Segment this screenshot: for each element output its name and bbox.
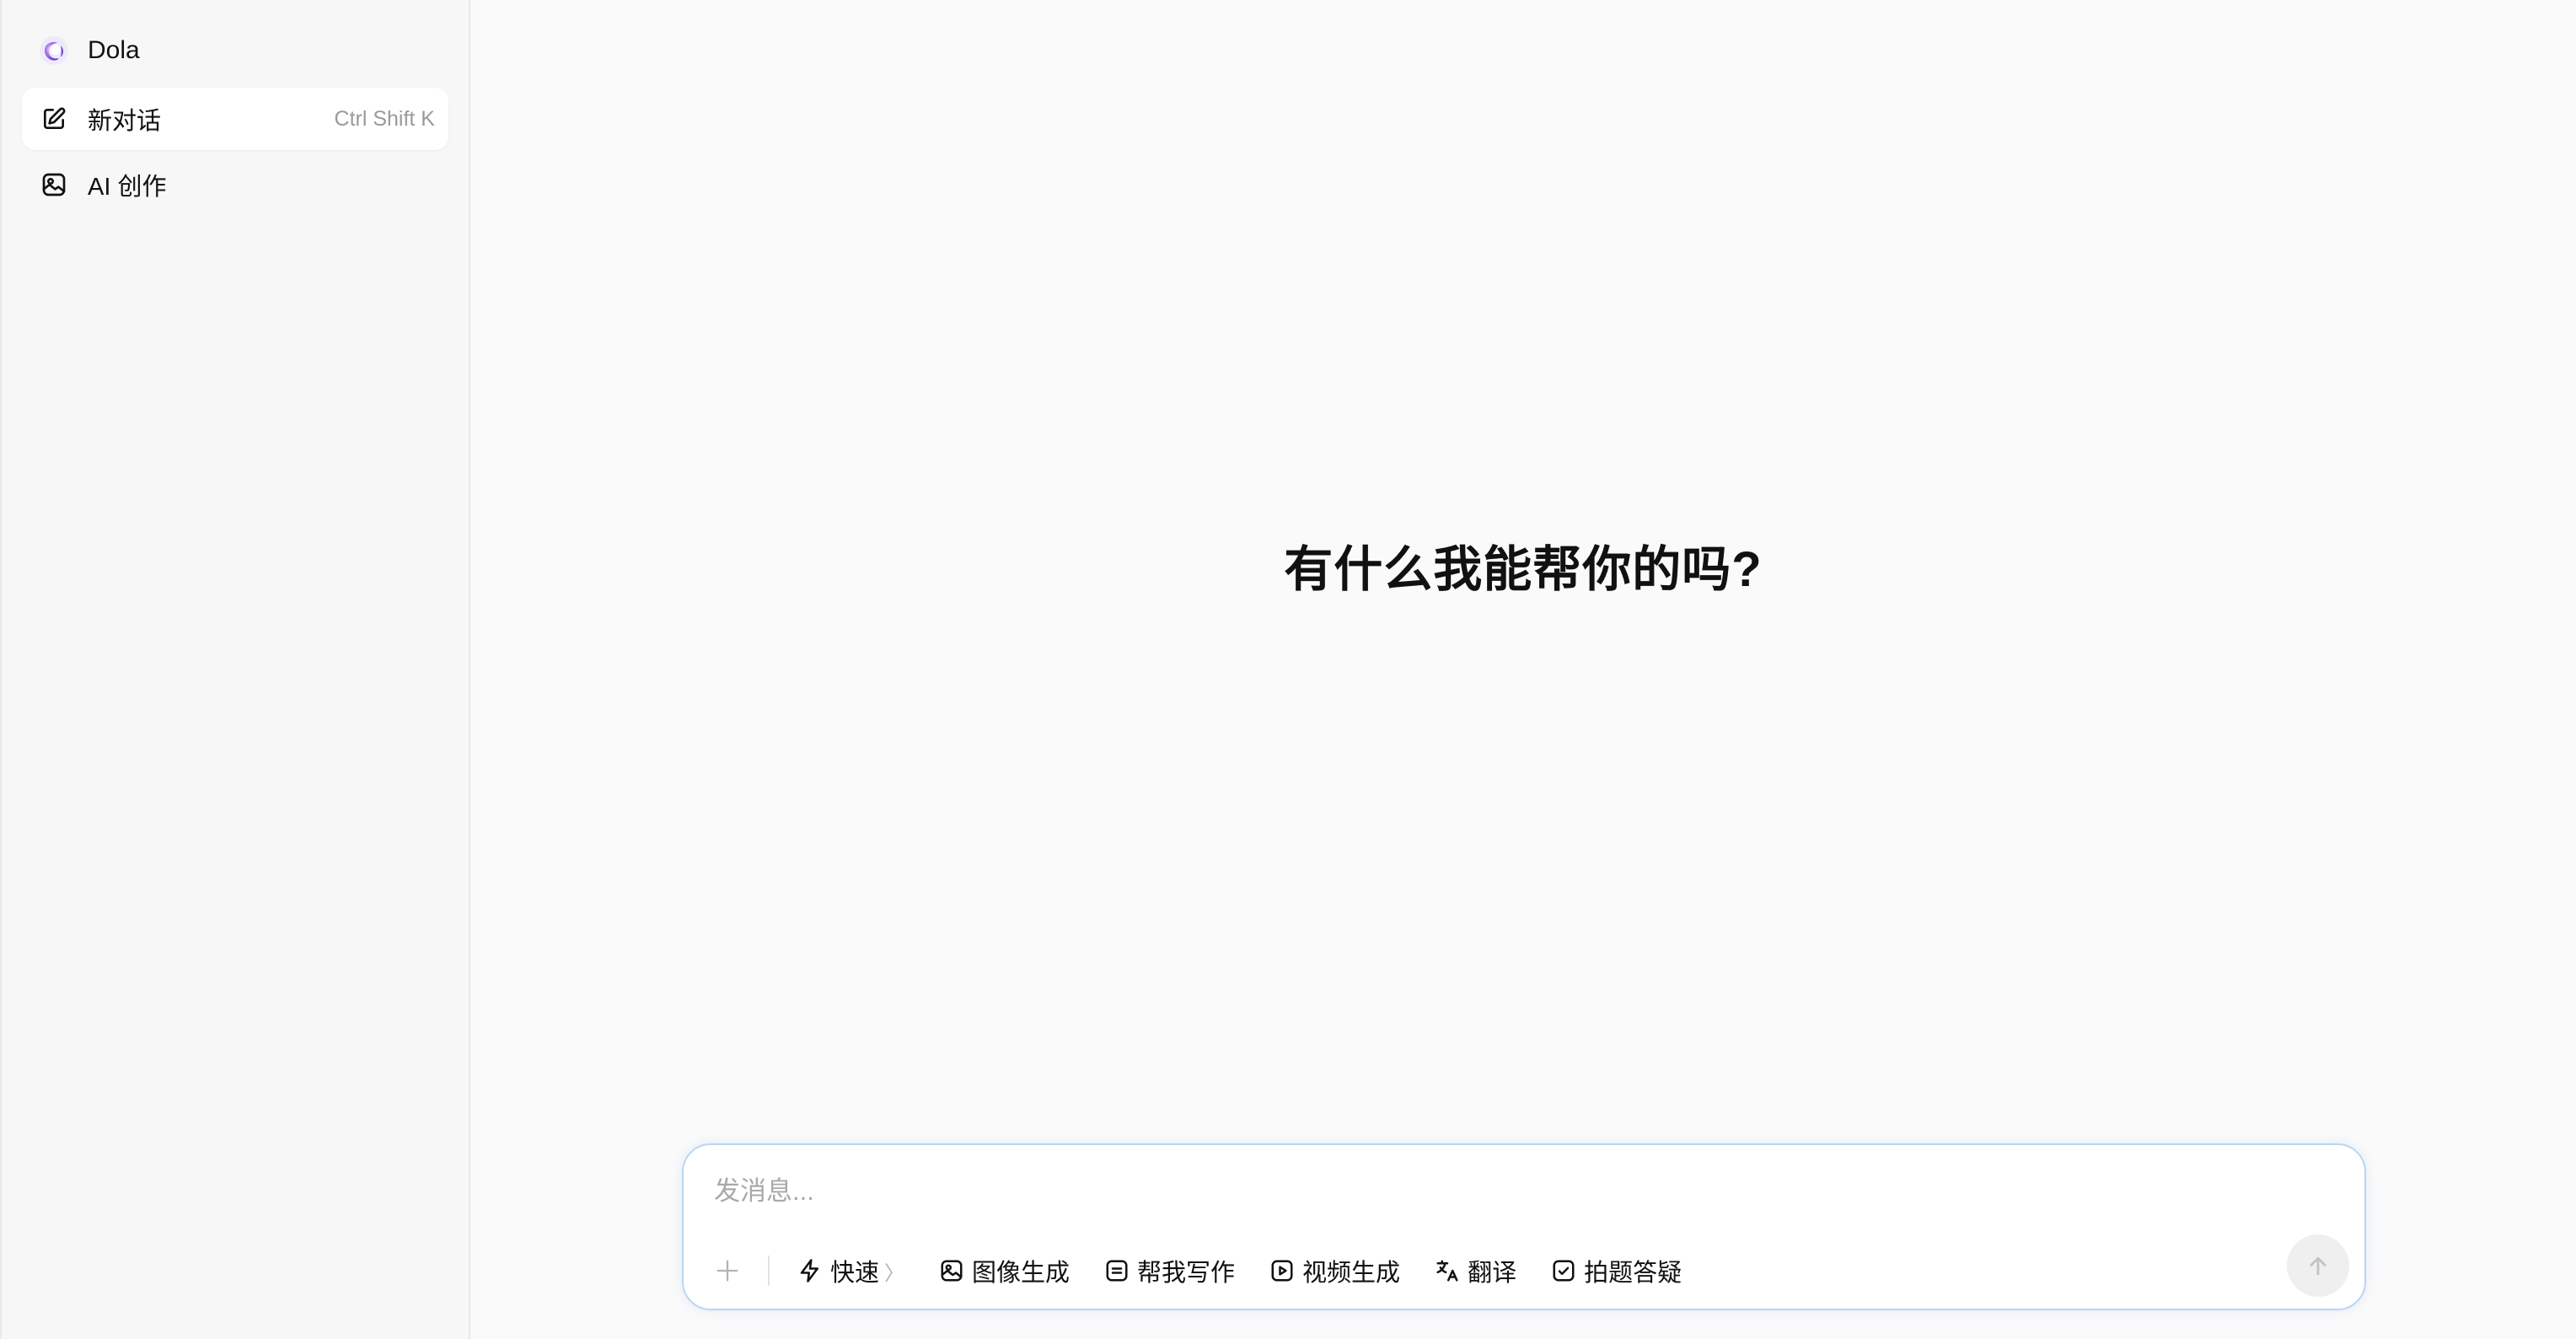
tool-video-generation[interactable]: 视频生成 [1269, 1249, 1400, 1293]
mode-quick-button[interactable]: 快速 〉 [797, 1249, 904, 1293]
greeting-title: 有什么我能帮你的吗? [1284, 542, 1763, 597]
dola-logo-icon [39, 35, 69, 66]
main-area: 有什么我能帮你的吗? 快速 〉 [470, 0, 2576, 1339]
tool-label: 图像生成 [972, 1260, 1071, 1287]
toolbar-divider [768, 1256, 770, 1286]
arrow-up-icon [2310, 1256, 2326, 1276]
sidebar-item-new-chat[interactable]: 新对话 Ctrl Shift K [22, 88, 448, 150]
sidebar-item-label: 新对话 [88, 108, 162, 135]
app-window: Dola 新对话 Ctrl Shift K AI 创作 有什么我能帮你的吗? 发… [0, 0, 2576, 1339]
tool-label: 视频生成 [1302, 1260, 1401, 1287]
tool-label: 帮我写作 [1137, 1260, 1236, 1287]
brand-name: Dola [88, 36, 140, 64]
sidebar: Dola 新对话 Ctrl Shift K AI 创作 [0, 0, 470, 1339]
tool-help-writing[interactable]: 帮我写作 [1103, 1249, 1235, 1293]
sidebar-item-label: AI 创作 [88, 174, 167, 201]
translate-icon [1434, 1257, 1461, 1284]
writing-icon [1103, 1257, 1130, 1284]
plus-icon [716, 1260, 738, 1282]
composer-toolbar: 快速 〉 图像生成 帮我写作 视频生成 翻译 拍题答疑 [709, 1245, 1715, 1297]
camera-question-icon [1550, 1257, 1577, 1284]
chevron-right-icon: 〉 [884, 1261, 905, 1285]
image-icon [938, 1257, 965, 1284]
sidebar-item-ai-creation[interactable]: AI 创作 [22, 153, 448, 216]
message-composer: 快速 〉 图像生成 [682, 1143, 2366, 1310]
add-attachment-button[interactable] [709, 1252, 746, 1289]
tool-photo-question[interactable]: 拍题答疑 [1550, 1249, 1682, 1293]
video-icon [1269, 1257, 1296, 1284]
shortcut-hint: Ctrl Shift K [334, 106, 435, 131]
tool-translate[interactable]: 翻译 [1434, 1249, 1516, 1293]
tool-image-generation[interactable]: 图像生成 [938, 1249, 1070, 1293]
send-button[interactable] [2287, 1234, 2349, 1297]
edit-icon [39, 104, 69, 134]
brand[interactable]: Dola [22, 20, 448, 81]
tool-label: 翻译 [1468, 1260, 1517, 1287]
message-input[interactable] [714, 1170, 2299, 1213]
tool-label: 快速 [830, 1260, 880, 1287]
image-icon [39, 169, 69, 200]
tool-label: 拍题答疑 [1584, 1260, 1682, 1287]
lightning-icon [797, 1257, 824, 1284]
